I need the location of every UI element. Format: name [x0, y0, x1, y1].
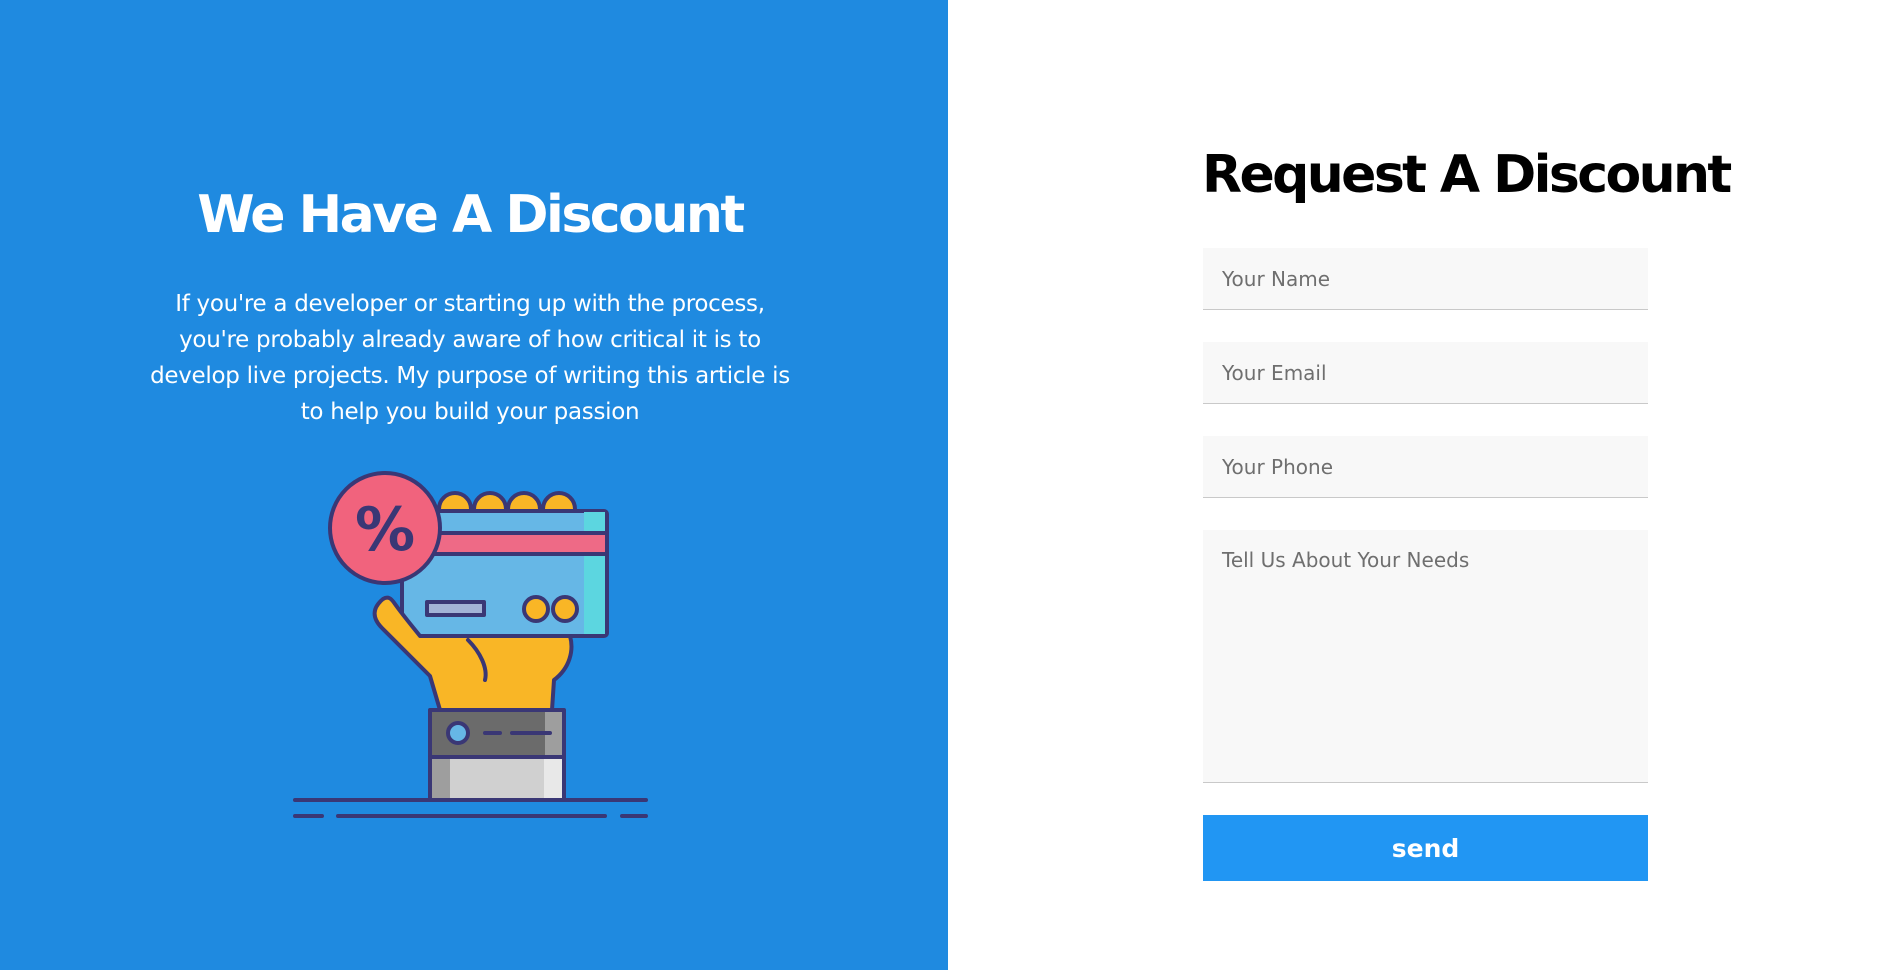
promo-title: We Have A Discount — [197, 185, 745, 245]
form-title: Request A Discount — [1202, 145, 1732, 205]
name-field[interactable] — [1203, 248, 1648, 310]
send-button[interactable]: send — [1203, 815, 1648, 881]
needs-textarea[interactable] — [1203, 530, 1648, 783]
email-field[interactable] — [1203, 342, 1648, 404]
discount-card-illustration: % — [293, 471, 648, 818]
svg-text:%: % — [355, 495, 415, 565]
request-panel: Request A Discount send — [948, 0, 1881, 970]
discount-page: We Have A Discount If you're a developer… — [0, 0, 1881, 970]
discount-request-form: send — [1203, 248, 1648, 881]
promo-panel: We Have A Discount If you're a developer… — [0, 0, 948, 970]
phone-field[interactable] — [1203, 436, 1648, 498]
promo-description: If you're a developer or starting up wit… — [150, 291, 790, 425]
